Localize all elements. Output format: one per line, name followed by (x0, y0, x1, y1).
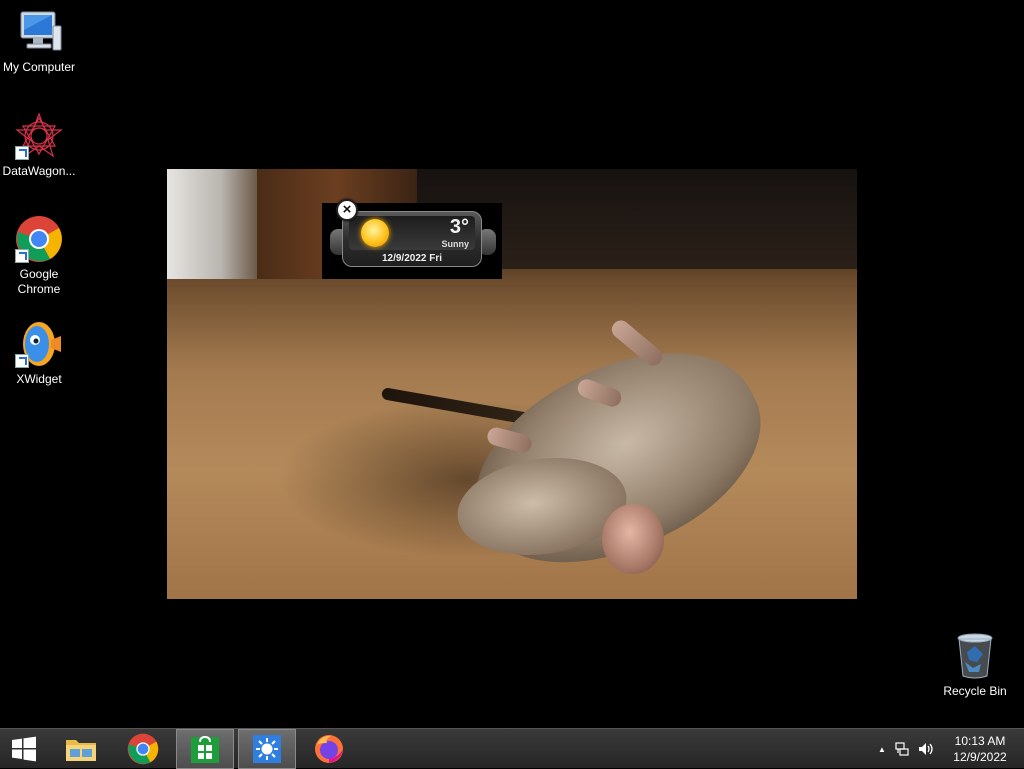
tray-overflow-button[interactable]: ▲ (874, 745, 890, 754)
taskbar-file-explorer[interactable] (52, 729, 110, 769)
widget-panel: 3° Sunny 12/9/2022 Fri (342, 211, 482, 267)
desktop-icon-label: Recycle Bin (943, 684, 1007, 698)
weather-date: 12/9/2022 Fri (381, 253, 443, 264)
taskbar-firefox[interactable] (300, 729, 358, 769)
sun-icon (253, 735, 281, 763)
desktop-icon-xwidget[interactable]: XWidget (0, 320, 78, 387)
desktop-icon-label: XWidget (16, 372, 62, 386)
taskbar-store[interactable] (176, 729, 234, 769)
sun-icon (361, 219, 389, 247)
widget-screen: 3° Sunny (349, 216, 475, 250)
shortcut-arrow-icon (15, 354, 29, 368)
weather-condition: Sunny (441, 239, 469, 249)
widget-close-button[interactable]: × (336, 199, 358, 221)
windows-start-icon (12, 736, 36, 762)
network-icon[interactable] (890, 741, 914, 757)
taskbar: ▲ 10:13 AM 12/9/2022 (0, 728, 1024, 769)
start-button[interactable] (0, 729, 48, 769)
recycle-bin-icon (951, 632, 999, 680)
store-icon (191, 735, 219, 763)
firefox-icon (315, 735, 343, 763)
taskbar-xwidget-weather[interactable] (238, 729, 296, 769)
rat-ear (602, 504, 664, 574)
desktop-icon-google-chrome[interactable]: Google Chrome (0, 215, 78, 297)
computer-icon (15, 8, 63, 56)
desktop-icon-label: Google Chrome (17, 267, 61, 296)
system-tray: ▲ (874, 729, 938, 769)
desktop-icon-label: My Computer (2, 60, 76, 74)
desktop-icon-my-computer[interactable]: My Computer (0, 8, 78, 75)
volume-icon[interactable] (914, 741, 938, 757)
desktop[interactable]: My Computer DataWagon... Google Chrome X… (0, 0, 1024, 728)
xwidget-icon (15, 320, 63, 368)
weather-widget[interactable]: × 3° Sunny 12/9/2022 Fri (322, 199, 502, 279)
desktop-icon-datawagon[interactable]: DataWagon... (0, 112, 78, 179)
desktop-icon-label: DataWagon... (2, 164, 76, 178)
clock-time: 10:13 AM (954, 734, 1006, 748)
chrome-icon (15, 215, 63, 263)
wallpaper-photo (167, 169, 857, 599)
taskbar-clock[interactable]: 10:13 AM 12/9/2022 (940, 733, 1020, 765)
shortcut-arrow-icon (15, 146, 29, 160)
desktop-icon-recycle-bin[interactable]: Recycle Bin (936, 632, 1014, 699)
chrome-icon (127, 733, 159, 765)
taskbar-chrome[interactable] (114, 729, 172, 769)
shortcut-arrow-icon (15, 249, 29, 263)
weather-temperature: 3° (449, 216, 469, 238)
datawagon-icon (15, 112, 63, 160)
clock-date: 12/9/2022 (953, 750, 1007, 764)
folder-icon (66, 740, 96, 761)
